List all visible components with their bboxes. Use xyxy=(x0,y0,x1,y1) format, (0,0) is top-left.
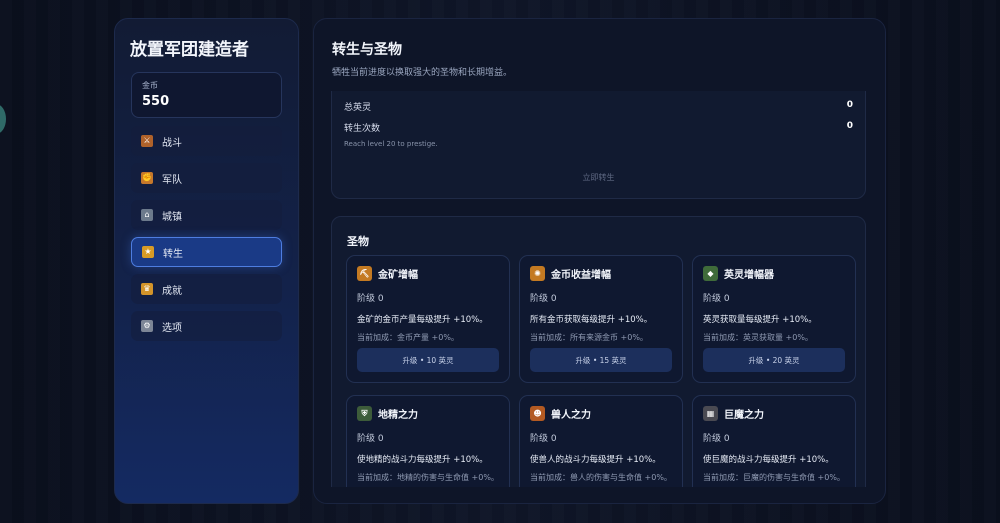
relic-name: 地精之力 xyxy=(378,410,418,421)
relic-current-bonus: 当前加成：英灵获取量 +0%。 xyxy=(703,333,813,342)
relic-description: 使兽人的战斗力每级提升 +10%。 xyxy=(530,455,661,465)
prestige-requirement-note: Reach level 20 to prestige. xyxy=(344,140,438,148)
sidebar-item-label: 转生 xyxy=(163,248,183,260)
app-title: 放置军团建造者 xyxy=(130,40,249,60)
relic-name: 金币收益增幅 xyxy=(551,270,611,281)
sidebar-item-3[interactable]: ★ 转生 xyxy=(131,237,282,267)
sidebar-item-label: 城镇 xyxy=(162,211,182,223)
sidebar-item-4[interactable]: ♛ 成就 xyxy=(131,274,282,304)
gold-label: 金币 xyxy=(142,81,158,90)
sidebar-item-label: 成就 xyxy=(162,285,182,297)
relic-current-bonus: 当前加成：巨魔的伤害与生命值 +0%。 xyxy=(703,473,845,482)
page-title: 转生与圣物 xyxy=(332,42,402,58)
sidebar-item-label: 军队 xyxy=(162,174,182,186)
relic-level: 阶级 0 xyxy=(703,434,730,444)
prestige-count-row: 转生次数 0 xyxy=(344,121,853,134)
total-heroes-value: 0 xyxy=(846,100,853,110)
main-panel: 转生与圣物 牺牲当前进度以换取强大的圣物和长期增益。 总英灵 0 转生次数 0 … xyxy=(313,18,886,504)
relic-header: ▦ 巨魔之力 xyxy=(703,406,845,421)
relic-header: ⛏ 金矿增幅 xyxy=(357,266,499,281)
relic-header: ◆ 英灵增幅器 xyxy=(703,266,845,281)
sidebar-item-1[interactable]: ✊ 军队 xyxy=(131,163,282,193)
relic-upgrade-button[interactable]: 升级 • 10 英灵 xyxy=(357,348,499,372)
coin-icon: ✺ xyxy=(530,266,545,281)
relics-title: 圣物 xyxy=(347,235,369,248)
sidebar-item-label: 战斗 xyxy=(162,137,182,149)
gold-value: 550 xyxy=(142,94,170,109)
goblin-shield-icon: ⛨ xyxy=(357,406,372,421)
relic-upgrade-button[interactable]: 升级 • 15 英灵 xyxy=(530,348,672,372)
gear-icon: ⚙ xyxy=(141,320,153,332)
army-icon: ✊ xyxy=(141,172,153,184)
relic-level: 阶级 0 xyxy=(357,434,384,444)
sidebar-item-2[interactable]: ⌂ 城镇 xyxy=(131,200,282,230)
sidebar-item-label: 选项 xyxy=(162,322,182,334)
relic-name: 英灵增幅器 xyxy=(724,270,774,281)
relic-card: ✺ 金币收益增幅阶级 0 所有金币获取每级提升 +10%。 当前加成：所有来源金币 +… xyxy=(519,255,683,383)
scroll-area[interactable]: 总英灵 0 转生次数 0 Reach level 20 to prestige.… xyxy=(331,91,868,487)
relic-current-bonus: 当前加成：金币产量 +0%。 xyxy=(357,333,459,342)
spirit-crystal-icon: ◆ xyxy=(703,266,718,281)
sidebar: 放置军团建造者 金币 550 ⚔ 战斗 ✊ 军队 ⌂ 城镇 ★ 转生 ♛ 成就 ⚙ 选项 xyxy=(114,18,299,504)
troll-icon: ▦ xyxy=(703,406,718,421)
prestige-count-label: 转生次数 xyxy=(344,124,381,134)
relic-current-bonus: 当前加成：所有来源金币 +0%。 xyxy=(530,333,648,342)
relic-name: 巨魔之力 xyxy=(724,410,764,421)
relic-card: ▦ 巨魔之力阶级 0 使巨魔的战斗力每级提升 +10%。当前加成：巨魔的伤害与生命值… xyxy=(692,395,856,487)
relic-description: 使地精的战斗力每级提升 +10%。 xyxy=(357,455,488,465)
relic-description: 英灵获取量每级提升 +10%。 xyxy=(703,315,817,325)
relic-header: ⛨ 地精之力 xyxy=(357,406,499,421)
gold-counter: 金币 550 xyxy=(131,72,282,118)
relic-name: 金矿增幅 xyxy=(378,270,418,281)
relic-card: ⛏ 金矿增幅阶级 0 金矿的金币产量每级提升 +10%。 当前加成：金币产量 +0%。… xyxy=(346,255,510,383)
sidebar-item-0[interactable]: ⚔ 战斗 xyxy=(131,126,282,156)
relic-level: 阶级 0 xyxy=(530,434,557,444)
town-icon: ⌂ xyxy=(141,209,153,221)
total-heroes-row: 总英灵 0 xyxy=(344,100,853,113)
relic-card: ☻ 兽人之力阶级 0 使兽人的战斗力每级提升 +10%。当前加成：兽人的伤害与生命值… xyxy=(519,395,683,487)
trophy-icon: ♛ xyxy=(141,283,153,295)
relic-header: ☻ 兽人之力 xyxy=(530,406,672,421)
edge-orb xyxy=(0,104,6,134)
relic-description: 所有金币获取每级提升 +10%。 xyxy=(530,315,653,325)
crossed-swords-icon: ⚔ xyxy=(141,135,153,147)
prestige-count-value: 0 xyxy=(846,121,853,131)
relic-card: ◆ 英灵增幅器阶级 0 英灵获取量每级提升 +10%。 当前加成：英灵获取量 +0%。… xyxy=(692,255,856,383)
relics-card: 圣物 ⛏ 金矿增幅阶级 0 金矿的金币产量每级提升 +10%。 当前加成：金币产量 +… xyxy=(331,216,866,487)
relic-current-bonus: 当前加成：兽人的伤害与生命值 +0%。 xyxy=(530,473,672,482)
relic-level: 阶级 0 xyxy=(530,294,557,304)
relic-current-bonus: 当前加成：地精的伤害与生命值 +0%。 xyxy=(357,473,499,482)
relic-description: 金矿的金币产量每级提升 +10%。 xyxy=(357,315,488,325)
relic-description: 使巨魔的战斗力每级提升 +10%。 xyxy=(703,455,834,465)
relic-upgrade-button[interactable]: 升级 • 20 英灵 xyxy=(703,348,845,372)
total-heroes-label: 总英灵 xyxy=(344,103,372,113)
prestige-card: 总英灵 0 转生次数 0 Reach level 20 to prestige.… xyxy=(331,91,866,199)
sidebar-item-5[interactable]: ⚙ 选项 xyxy=(131,311,282,341)
relic-header: ✺ 金币收益增幅 xyxy=(530,266,672,281)
sidebar-nav: ⚔ 战斗 ✊ 军队 ⌂ 城镇 ★ 转生 ♛ 成就 ⚙ 选项 xyxy=(131,126,282,341)
relic-level: 阶级 0 xyxy=(357,294,384,304)
relic-name: 兽人之力 xyxy=(551,410,591,421)
relic-level: 阶级 0 xyxy=(703,294,730,304)
relic-card: ⛨ 地精之力阶级 0 使地精的战斗力每级提升 +10%。当前加成：地精的伤害与生命值… xyxy=(346,395,510,487)
page-subtitle: 牺牲当前进度以换取强大的圣物和长期增益。 xyxy=(332,68,513,78)
gold-mine-icon: ⛏ xyxy=(357,266,372,281)
star-icon: ★ xyxy=(142,246,154,258)
orc-icon: ☻ xyxy=(530,406,545,421)
prestige-now-button[interactable]: 立即转生 xyxy=(332,172,865,183)
